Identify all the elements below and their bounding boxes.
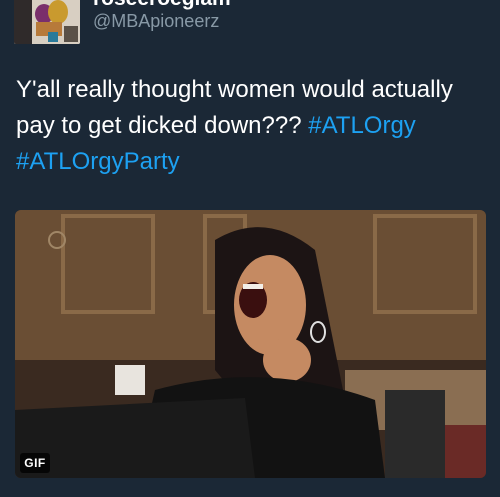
tweet-card: roseeroeglam @MBApioneerz Y'all really t…	[0, 0, 500, 497]
tweet-text: Y'all really thought women would actuall…	[16, 72, 486, 180]
tweet-media-gif[interactable]	[15, 210, 486, 478]
avatar-image	[14, 0, 80, 44]
user-handle[interactable]: @MBApioneerz	[93, 10, 219, 32]
gif-frame	[15, 210, 486, 478]
hashtag-atlorgy[interactable]: #ATLOrgy	[308, 112, 416, 139]
profile-avatar[interactable]	[14, 0, 80, 44]
gif-badge: GIF	[20, 453, 50, 473]
hashtag-atlorgyparty[interactable]: #ATLOrgyParty	[16, 148, 180, 175]
